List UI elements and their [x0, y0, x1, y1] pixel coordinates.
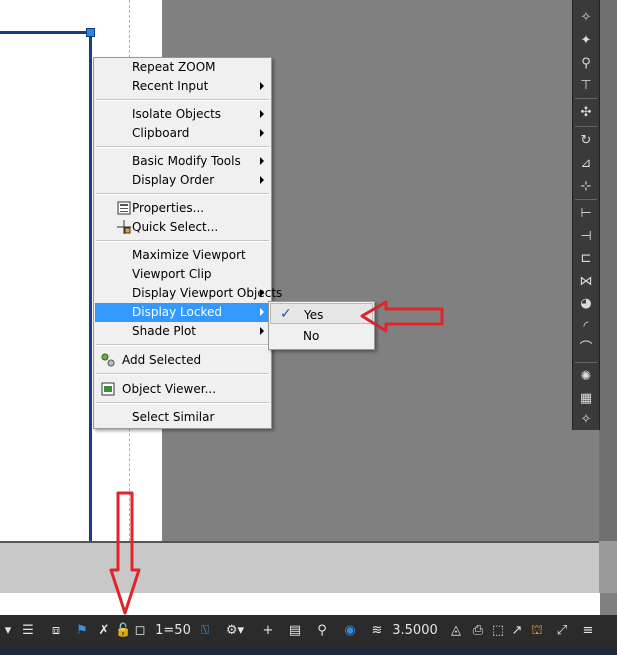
red-arrow-left-annotation — [360, 300, 444, 333]
red-arrow-down-annotation — [109, 491, 141, 615]
annotation-overlay — [109, 300, 444, 615]
